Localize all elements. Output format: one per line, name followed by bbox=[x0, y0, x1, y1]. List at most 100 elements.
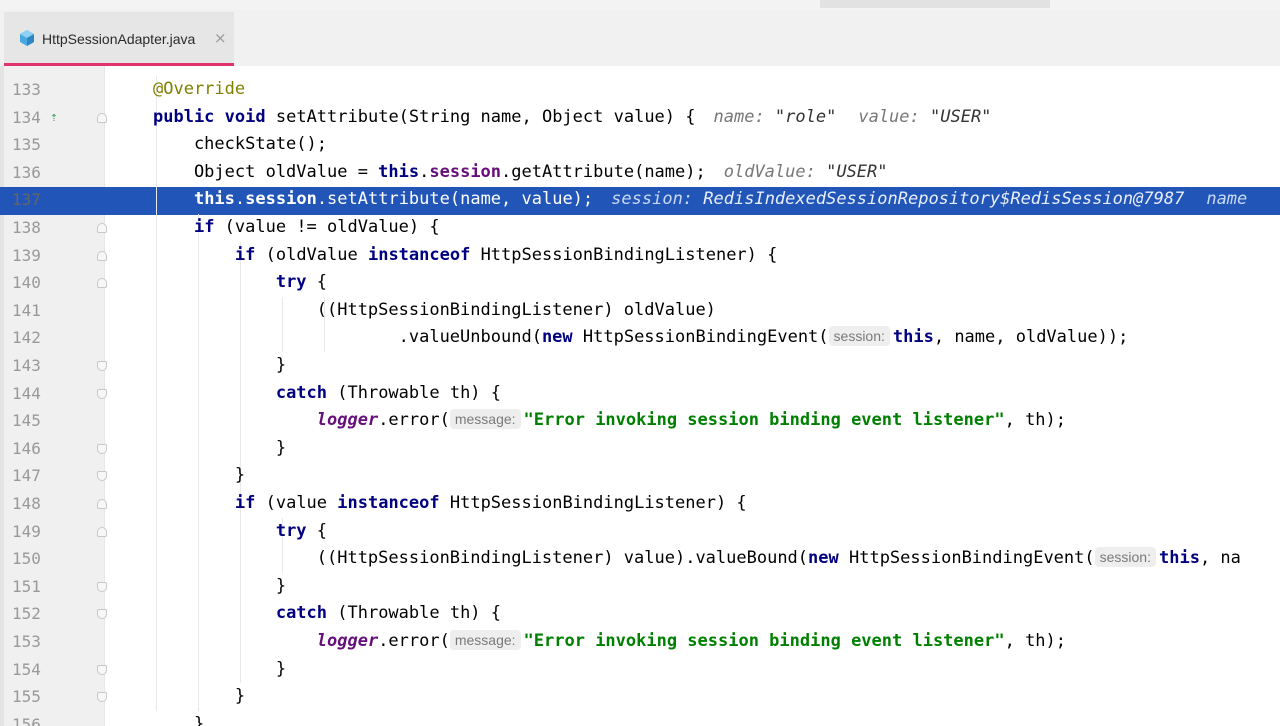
tab-httpsessionadapter[interactable]: HttpSessionAdapter.java × bbox=[4, 12, 234, 66]
fold-icon[interactable] bbox=[97, 112, 107, 123]
line-number[interactable]: 135 bbox=[12, 131, 52, 159]
line-number[interactable]: 145 bbox=[12, 407, 52, 435]
code-line-155[interactable]: 155 } bbox=[0, 683, 1280, 711]
code-line-149[interactable]: 149 try { bbox=[0, 518, 1280, 546]
code-text[interactable]: Object oldValue = this.session.getAttrib… bbox=[153, 159, 888, 187]
fold-icon[interactable] bbox=[97, 443, 107, 454]
code-text[interactable]: catch (Throwable th) { bbox=[153, 380, 501, 408]
code-text[interactable]: } bbox=[153, 573, 286, 601]
line-number[interactable]: 155 bbox=[12, 683, 52, 711]
line-number[interactable]: 152 bbox=[12, 600, 52, 628]
fold-icon[interactable] bbox=[97, 692, 107, 703]
code-text[interactable]: try { bbox=[153, 518, 327, 546]
fold-icon[interactable] bbox=[97, 471, 107, 482]
code-text[interactable]: } bbox=[153, 462, 245, 490]
code-line-151[interactable]: 151 } bbox=[0, 573, 1280, 601]
tab-label: HttpSessionAdapter.java bbox=[42, 31, 196, 47]
line-number[interactable]: 153 bbox=[12, 628, 52, 656]
code-line-136[interactable]: 136 Object oldValue = this.session.getAt… bbox=[0, 159, 1280, 187]
fold-icon[interactable] bbox=[97, 223, 107, 233]
line-number[interactable]: 150 bbox=[12, 545, 52, 573]
java-class-icon bbox=[20, 30, 34, 46]
code-line-142[interactable]: 142 .valueUnbound(new HttpSessionBinding… bbox=[0, 324, 1280, 352]
code-line-141[interactable]: 141 ((HttpSessionBindingListener) oldVal… bbox=[0, 297, 1280, 325]
code-line-146[interactable]: 146 } bbox=[0, 435, 1280, 463]
code-text[interactable]: ((HttpSessionBindingListener) oldValue) bbox=[153, 297, 716, 325]
code-line-138[interactable]: 138 if (value != oldValue) { bbox=[0, 214, 1280, 242]
fold-icon[interactable] bbox=[97, 278, 107, 289]
line-number[interactable]: 154 bbox=[12, 656, 52, 684]
code-text[interactable]: logger.error(message: "Error invoking ses… bbox=[153, 628, 1066, 656]
fold-icon[interactable] bbox=[97, 664, 107, 675]
fold-icon[interactable] bbox=[97, 581, 107, 592]
code-line-139[interactable]: 139 if (oldValue instanceof HttpSessionB… bbox=[0, 242, 1280, 270]
code-text[interactable]: catch (Throwable th) { bbox=[153, 600, 501, 628]
line-number[interactable]: 137 bbox=[12, 186, 52, 214]
code-line-152[interactable]: 152 catch (Throwable th) { bbox=[0, 600, 1280, 628]
line-number[interactable]: 140 bbox=[12, 269, 52, 297]
code-line-133[interactable]: 133 @Override bbox=[0, 76, 1280, 104]
code-line-144[interactable]: 144 catch (Throwable th) { bbox=[0, 380, 1280, 408]
code-line-148[interactable]: 148 if (value instanceof HttpSessionBind… bbox=[0, 490, 1280, 518]
fold-icon[interactable] bbox=[97, 250, 107, 261]
code-line-147[interactable]: 147 } bbox=[0, 462, 1280, 490]
line-number[interactable]: 144 bbox=[12, 380, 52, 408]
code-line-143[interactable]: 143 } bbox=[0, 352, 1280, 380]
line-number[interactable]: 139 bbox=[12, 242, 52, 270]
line-number[interactable]: 156 bbox=[12, 711, 52, 726]
inline-debug-value[interactable]: name bbox=[1206, 189, 1247, 209]
line-number[interactable]: 143 bbox=[12, 352, 52, 380]
inline-debug-value[interactable]: session: RedisIndexedSessionRepository$R… bbox=[611, 189, 1184, 209]
code-line-156[interactable]: 156 } bbox=[0, 711, 1280, 726]
code-text[interactable]: } bbox=[153, 711, 204, 726]
fold-icon[interactable] bbox=[97, 526, 107, 537]
fold-icon[interactable] bbox=[97, 499, 107, 509]
code-text[interactable]: } bbox=[153, 435, 286, 463]
code-text[interactable]: if (value instanceof HttpSessionBindingL… bbox=[153, 490, 747, 518]
code-text[interactable]: } bbox=[153, 352, 286, 380]
ide-window: HttpSessionAdapter.java × 133 @Override 13… bbox=[0, 0, 1280, 726]
code-text[interactable]: ((HttpSessionBindingListener) value).val… bbox=[153, 545, 1241, 573]
toolbar-field[interactable] bbox=[820, 0, 1050, 8]
line-number[interactable]: 134 bbox=[12, 104, 52, 132]
fold-icon[interactable] bbox=[97, 388, 107, 399]
code-text[interactable]: if (oldValue instanceof HttpSessionBindi… bbox=[153, 242, 777, 270]
editor-tab-bar: HttpSessionAdapter.java × bbox=[0, 10, 1280, 67]
code-text[interactable]: .valueUnbound(new HttpSessionBindingEven… bbox=[153, 324, 1128, 352]
line-number[interactable]: 148 bbox=[12, 490, 52, 518]
code-line-135[interactable]: 135 checkState(); bbox=[0, 131, 1280, 159]
inline-debug-value[interactable]: oldValue: "USER" bbox=[724, 162, 888, 182]
line-number[interactable]: 136 bbox=[12, 159, 52, 187]
line-number[interactable]: 138 bbox=[12, 214, 52, 242]
code-line-154[interactable]: 154 } bbox=[0, 656, 1280, 684]
code-line-140[interactable]: 140 try { bbox=[0, 269, 1280, 297]
parameter-hint: session: bbox=[1094, 547, 1156, 568]
close-icon[interactable]: × bbox=[214, 29, 227, 47]
code-text[interactable]: public void setAttribute(String name, Ob… bbox=[153, 104, 991, 132]
line-number[interactable]: 141 bbox=[12, 297, 52, 325]
fold-icon[interactable] bbox=[97, 361, 107, 371]
line-number[interactable]: 149 bbox=[12, 518, 52, 546]
fold-icon[interactable] bbox=[97, 609, 107, 620]
code-text[interactable]: try { bbox=[153, 269, 327, 297]
code-text[interactable]: } bbox=[153, 656, 286, 684]
code-line-150[interactable]: 150 ((HttpSessionBindingListener) value)… bbox=[0, 545, 1280, 573]
code-line-137[interactable]: 137 this.session.setAttribute(name, valu… bbox=[0, 186, 1280, 214]
inline-debug-value[interactable]: name: "role" bbox=[714, 107, 837, 127]
line-number[interactable]: 151 bbox=[12, 573, 52, 601]
code-text[interactable]: @Override bbox=[153, 76, 245, 104]
code-text[interactable]: logger.error(message: "Error invoking ses… bbox=[153, 407, 1066, 435]
code-line-145[interactable]: 145 logger.error(message: "Error invoking… bbox=[0, 407, 1280, 435]
overrides-method-icon[interactable]: ⇡ bbox=[50, 110, 58, 125]
line-number[interactable]: 142 bbox=[12, 324, 52, 352]
code-line-153[interactable]: 153 logger.error(message: "Error invoking… bbox=[0, 628, 1280, 656]
code-text[interactable]: if (value != oldValue) { bbox=[153, 214, 440, 242]
line-number[interactable]: 133 bbox=[12, 76, 52, 104]
code-text[interactable]: this.session.setAttribute(name, value); s… bbox=[153, 186, 1247, 214]
inline-debug-value[interactable]: value: "USER" bbox=[858, 107, 991, 127]
line-number[interactable]: 146 bbox=[12, 435, 52, 463]
code-text[interactable]: } bbox=[153, 683, 245, 711]
code-text[interactable]: checkState(); bbox=[153, 131, 327, 159]
line-number[interactable]: 147 bbox=[12, 462, 52, 490]
code-line-134[interactable]: 134 ⇡ public void setAttribute(String name… bbox=[0, 104, 1280, 132]
